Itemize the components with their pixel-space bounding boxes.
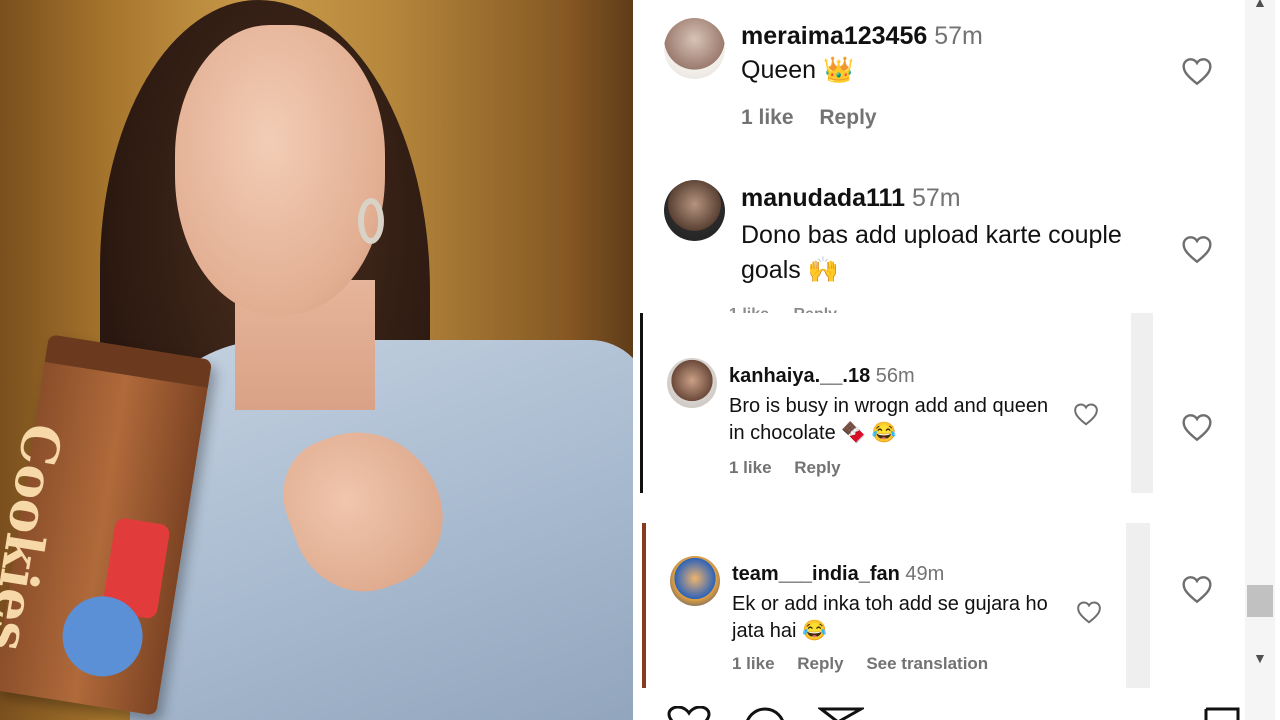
heart-icon[interactable]: [1181, 56, 1213, 86]
photo-earring: [358, 198, 384, 244]
comment-header: meraima123456 57m: [741, 22, 983, 51]
comment-meta: 1 like Reply: [741, 106, 877, 130]
scroll-thumb[interactable]: [1247, 585, 1273, 617]
avatar: [667, 358, 717, 408]
heart-icon: [1073, 402, 1099, 426]
comment-icon[interactable]: [742, 706, 788, 720]
comments-panel: meraima123456 57m Queen 👑 1 like Reply m…: [633, 0, 1280, 720]
reply-button: Reply: [797, 654, 844, 673]
comment-username: kanhaiya.__.18: [729, 365, 871, 387]
share-icon[interactable]: [816, 706, 867, 720]
comment-header: kanhaiya.__.18 56m: [729, 365, 915, 388]
avatar: [670, 556, 720, 606]
embedded-scrollbar: [1126, 523, 1150, 688]
chevron-up-icon[interactable]: ▲: [1253, 0, 1267, 10]
comment-item: meraima123456 57m Queen 👑 1 like Reply: [633, 18, 1233, 138]
see-translation-link: See translation: [866, 654, 989, 673]
comment-time: 49m: [905, 563, 945, 585]
avatar[interactable]: [664, 180, 725, 241]
heart-icon[interactable]: [666, 705, 712, 720]
comment-item: manudada111 57m Dono bas add upload kart…: [633, 180, 1233, 300]
comment-username: team___india_fan: [732, 563, 900, 585]
comment-text: Queen 👑: [741, 56, 855, 84]
cookie-box-label: Cookies: [0, 419, 73, 656]
heart-icon[interactable]: [1181, 412, 1213, 447]
heart-icon: [1076, 600, 1102, 624]
chevron-down-icon[interactable]: ▼: [1253, 650, 1267, 666]
embedded-screenshot-card: team___india_fan 49m Ek or add inka toh …: [642, 523, 1150, 688]
comment-header: manudada111 57m: [741, 184, 961, 213]
like-count: 1 like: [732, 654, 775, 673]
scrollbar[interactable]: ▲ ▼: [1245, 0, 1275, 720]
heart-icon[interactable]: [1181, 574, 1213, 609]
comment-meta: 1 like Reply: [729, 458, 859, 478]
like-count: 1 like: [729, 458, 772, 477]
embedded-scrollbar: [1131, 313, 1153, 493]
comment-meta: 1 like Reply See translation: [732, 654, 1006, 674]
post-photo: Cookies: [0, 0, 633, 720]
embedded-screenshot-card: kanhaiya.__.18 56m Bro is busy in wrogn …: [640, 313, 1153, 493]
avatar[interactable]: [664, 18, 725, 79]
photo-face: [175, 25, 385, 315]
heart-icon[interactable]: [1181, 234, 1213, 264]
comment-time: 57m: [911, 184, 961, 212]
post-action-bar: [666, 700, 1246, 720]
comment-text: Ek or add inka toh add se gujara ho jata…: [732, 593, 1048, 642]
comment-time: 57m: [934, 22, 983, 50]
comment-username[interactable]: meraima123456: [741, 22, 927, 50]
reply-button: Reply: [794, 458, 841, 477]
comment-text: Bro is busy in wrogn add and queen in ch…: [729, 395, 1049, 444]
comment-time: 56m: [875, 365, 915, 387]
like-count[interactable]: 1 like: [741, 106, 794, 129]
comment-header: team___india_fan 49m: [732, 563, 944, 586]
embedded-comment: kanhaiya.__.18 56m Bro is busy in wrogn …: [643, 358, 1131, 488]
embedded-comment: team___india_fan 49m Ek or add inka toh …: [646, 556, 1126, 686]
comment-text: Dono bas add upload karte couple goals 🙌: [741, 221, 1122, 284]
reply-button[interactable]: Reply: [819, 106, 876, 129]
comment-username[interactable]: manudada111: [741, 184, 905, 212]
save-icon[interactable]: [1202, 706, 1242, 720]
